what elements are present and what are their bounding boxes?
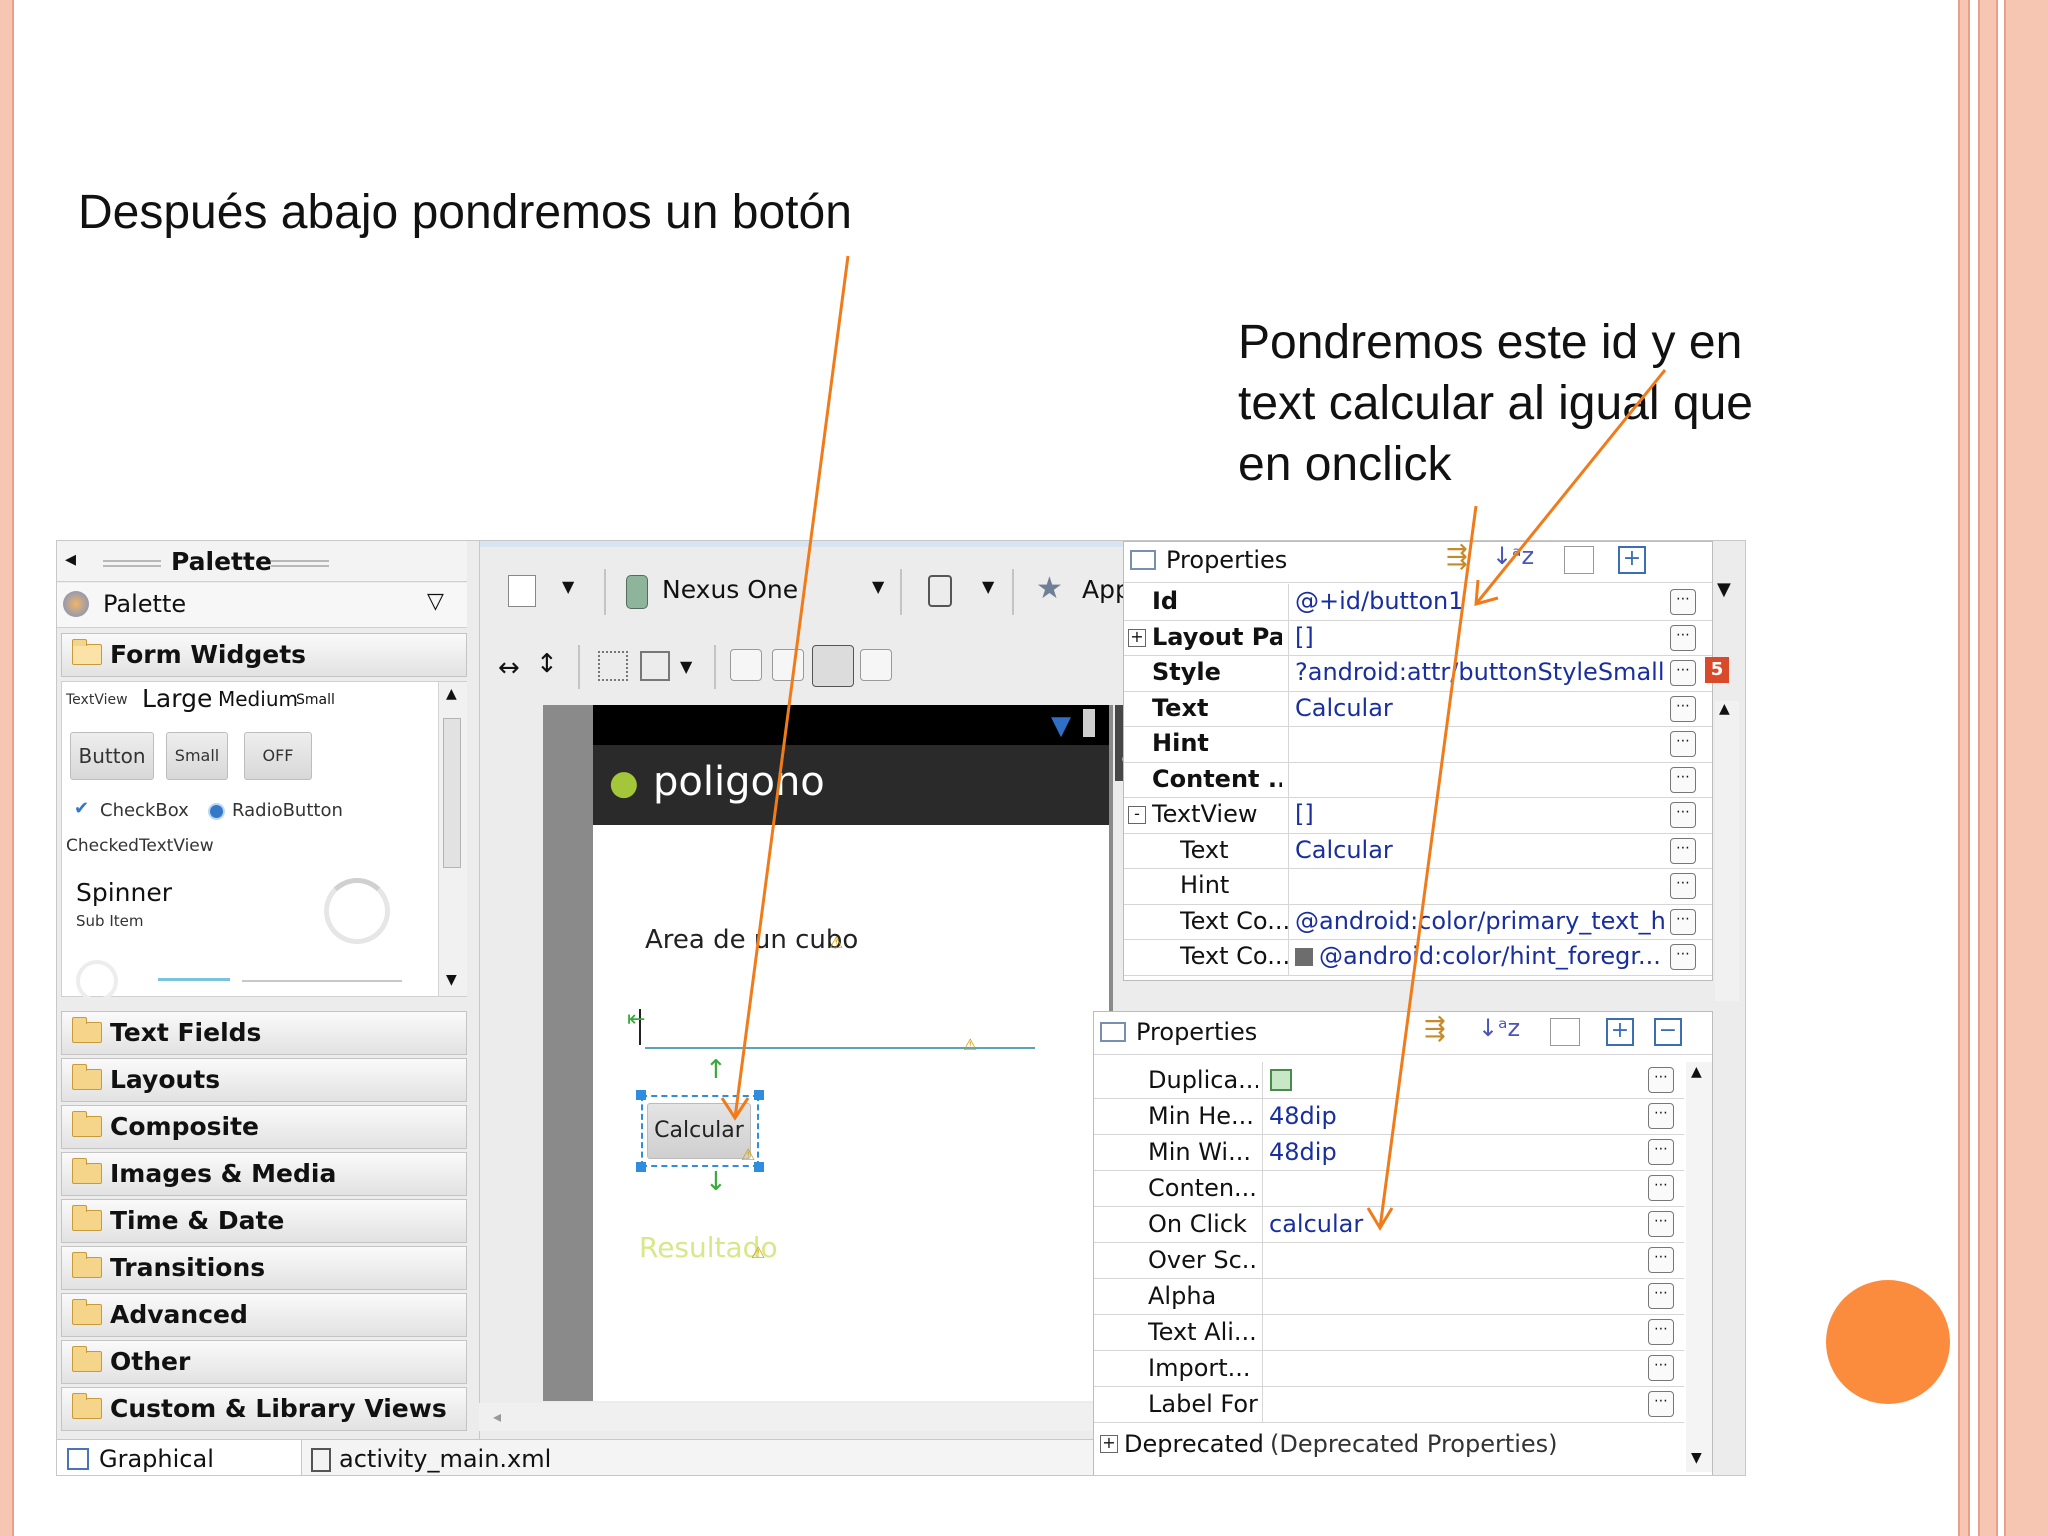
arrow-caption-to-id xyxy=(1474,369,1667,605)
annotation-arrows xyxy=(720,255,1667,1231)
arrow-caption-to-button xyxy=(733,255,850,1119)
arrow-caption-to-onclick xyxy=(1378,505,1478,1229)
